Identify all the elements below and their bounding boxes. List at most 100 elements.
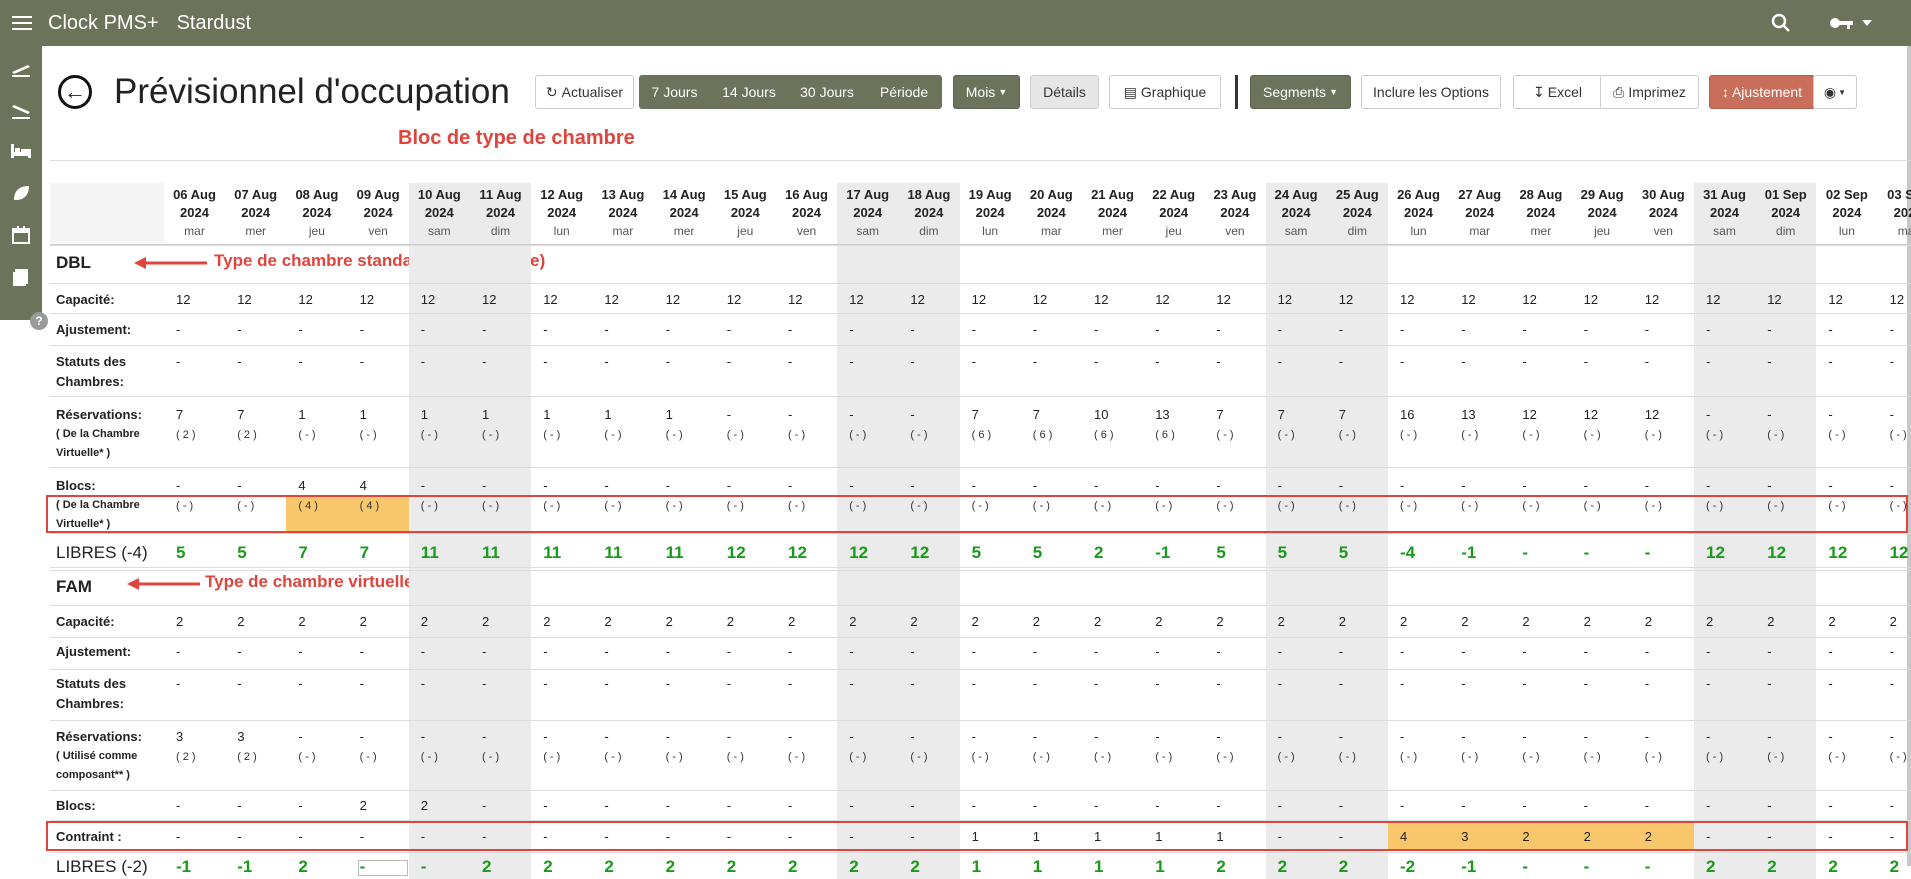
cell-value: - — [1338, 798, 1344, 813]
cell-value: - — [176, 676, 181, 691]
details-button[interactable]: Détails — [1030, 75, 1099, 109]
cell-value: - — [298, 676, 303, 691]
libres-value: 2 — [1828, 857, 1838, 876]
cell-blocs: - — [1082, 796, 1143, 816]
cell-value: - — [482, 798, 487, 813]
include-options-button[interactable]: Inclure les Options — [1361, 75, 1501, 109]
cell-value: 12 — [1155, 292, 1170, 307]
date-year: 2024 — [792, 205, 821, 220]
cell-statuts: - — [654, 352, 715, 372]
row-divider — [50, 570, 1911, 571]
date-header: 17 Aug 2024 sam — [837, 186, 898, 240]
chevron-down-icon[interactable] — [1861, 19, 1873, 27]
cell-value: - — [1094, 478, 1099, 493]
cell-value: - — [1155, 322, 1160, 337]
segments-dropdown[interactable]: Segments ▼ — [1250, 75, 1351, 109]
adjust-button[interactable]: ↕ Ajustement — [1709, 75, 1815, 109]
departures-icon[interactable] — [0, 88, 42, 130]
cell-capacite: 12 — [470, 290, 531, 310]
date-day: 06 Aug — [173, 187, 216, 202]
row-divider — [50, 720, 1911, 721]
cell-value: 7 — [237, 407, 245, 422]
cell-value: - — [359, 354, 364, 369]
cell-value: - — [1461, 676, 1466, 691]
cell-value: 2 — [1461, 614, 1469, 629]
cell-value: - — [971, 798, 976, 813]
cell-value: - — [1767, 729, 1772, 744]
cell-value: - — [788, 407, 793, 422]
visibility-dropdown[interactable]: ◉ ▼ — [1813, 75, 1857, 109]
refresh-button[interactable]: ↻ Actualiser — [535, 75, 634, 109]
cell-value: 12 — [237, 292, 252, 307]
cell-statuts: - — [837, 674, 898, 694]
cell-ajustement: - — [225, 642, 286, 662]
cell-subvalue: ( - ) — [1583, 429, 1601, 441]
cell-value: 2 — [1216, 614, 1224, 629]
cell-capacite: 2 — [1755, 612, 1816, 632]
cell-value: - — [1461, 644, 1466, 659]
cell-ajustement: - — [1082, 642, 1143, 662]
cell-value: - — [1828, 407, 1833, 422]
cell-value: - — [1338, 729, 1344, 744]
date-weekday: ven — [1653, 224, 1673, 238]
cell-value: - — [1889, 676, 1894, 691]
range-30-days[interactable]: 30 Jours — [788, 75, 866, 109]
cell-value: - — [1277, 729, 1282, 744]
libres-value: 2 — [298, 857, 308, 876]
cell-value: 1 — [359, 407, 367, 422]
print-button[interactable]: ⎙ Imprimez — [1600, 75, 1699, 109]
refresh-icon: ↻ — [545, 83, 558, 100]
back-icon[interactable]: ← — [58, 75, 92, 109]
cell-value: 7 — [1338, 407, 1347, 422]
range-7-days[interactable]: 7 Jours — [639, 75, 710, 109]
row-label-ajustement: Ajustement: — [56, 642, 131, 662]
cell-value: - — [1155, 644, 1160, 659]
cell-value: - — [604, 478, 609, 493]
help-icon[interactable]: ? — [30, 312, 48, 330]
bed-icon[interactable] — [0, 130, 42, 172]
graph-button[interactable]: ▤ Graphique — [1109, 75, 1221, 109]
range-period[interactable]: Période — [866, 75, 942, 109]
cell-value: - — [1461, 322, 1466, 337]
leaf-icon[interactable] — [0, 172, 42, 214]
month-dropdown[interactable]: Mois ▼ — [953, 75, 1020, 109]
cell-value: 7 — [971, 407, 979, 422]
cell-statuts: - — [225, 674, 286, 694]
menu-icon[interactable] — [12, 12, 32, 34]
date-header: 18 Aug 2024 dim — [898, 186, 959, 240]
date-year: 2024 — [1404, 205, 1433, 220]
cell-value: 12 — [298, 292, 313, 307]
print-label: Imprimez — [1628, 84, 1686, 100]
excel-button[interactable]: ↧ Excel — [1513, 75, 1602, 109]
cell-value: - — [237, 354, 242, 369]
cell-value: - — [971, 644, 976, 659]
key-icon[interactable] — [1829, 15, 1855, 31]
cell-input-box[interactable] — [357, 860, 408, 876]
cell-value: - — [971, 729, 976, 744]
search-icon[interactable] — [1771, 13, 1791, 33]
cell-subvalue: ( 2 ) — [176, 429, 196, 441]
date-header: 26 Aug 2024 lun — [1388, 186, 1449, 240]
cell-reservations: 1 ( - ) — [470, 405, 531, 445]
cell-value: - — [1828, 676, 1833, 691]
cell-statuts: - — [470, 352, 531, 372]
calendar-icon[interactable] — [0, 214, 42, 256]
cell-subvalue: ( - ) — [726, 429, 744, 441]
cell-value: - — [1032, 644, 1038, 659]
cell-ajustement: - — [164, 642, 225, 662]
cell-blocs: - — [1755, 796, 1816, 816]
row-label-capacite: Capacité: — [56, 612, 115, 632]
book-icon[interactable] — [0, 256, 42, 298]
cell-capacite: 2 — [1694, 612, 1755, 632]
cell-statuts: - — [1878, 674, 1911, 694]
range-14-days[interactable]: 14 Jours — [710, 75, 788, 109]
cell-capacite: 2 — [1082, 612, 1143, 632]
cell-value: - — [1032, 478, 1038, 493]
chart-icon: ▤ — [1123, 83, 1137, 100]
cell-ajustement: - — [1204, 642, 1265, 662]
cell-reservations: - ( - ) — [715, 405, 776, 445]
cell-value: - — [543, 478, 548, 493]
arrivals-icon[interactable] — [0, 46, 42, 88]
cell-subvalue: ( - ) — [543, 429, 561, 441]
cell-reservations: - ( - ) — [1449, 727, 1510, 767]
